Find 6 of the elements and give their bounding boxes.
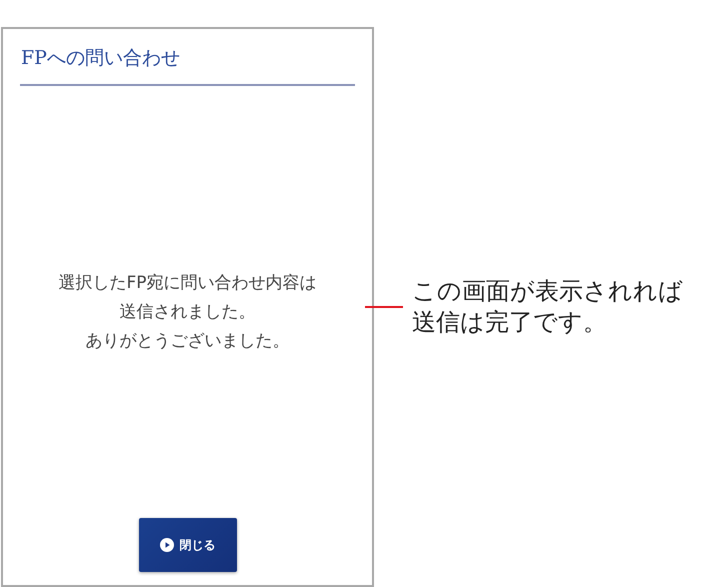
close-button[interactable]: 閉じる (138, 518, 236, 572)
completion-message: 選択したFP宛に問い合わせ内容は 送信されました。 ありがとうございました。 (58, 272, 317, 352)
screen-title: FPへの問い合わせ (20, 46, 181, 71)
annotation-text: この画面が表示されれば 送信は完了です。 (412, 276, 683, 338)
play-icon (160, 538, 174, 552)
leader-line (365, 306, 403, 308)
